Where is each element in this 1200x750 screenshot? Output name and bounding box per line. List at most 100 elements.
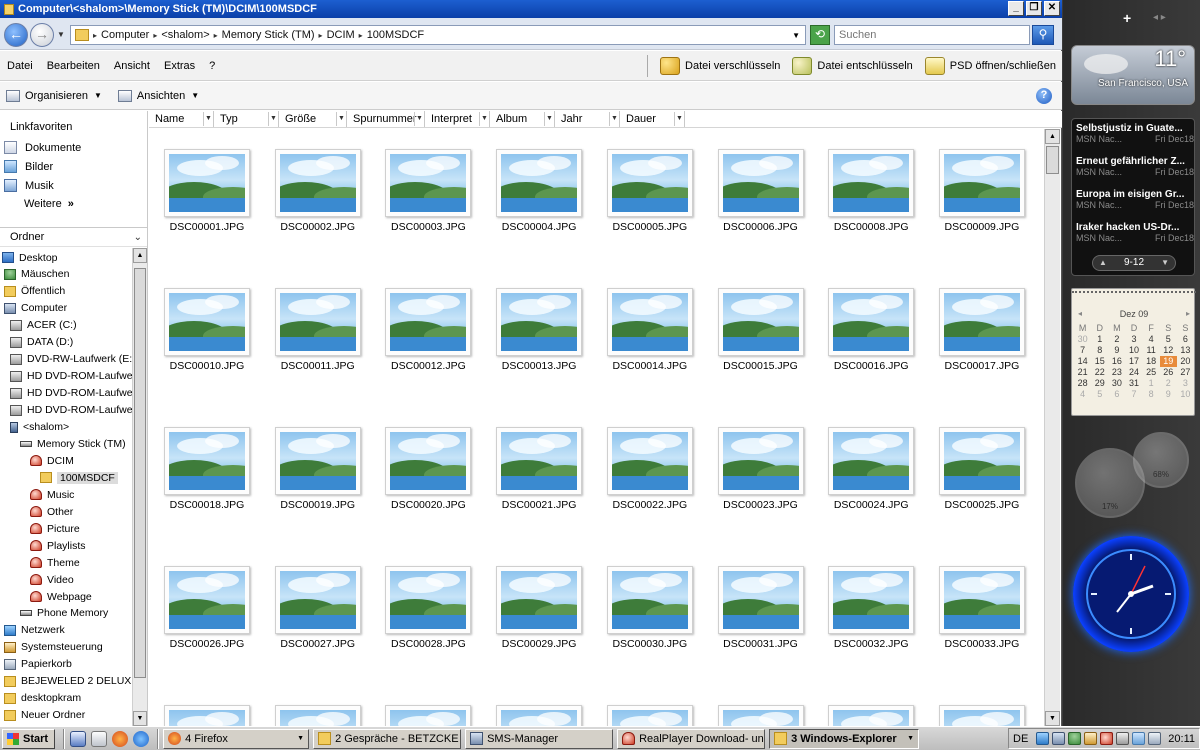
tree-node[interactable]: Memory Stick (TM)	[20, 435, 126, 452]
column-filter-icon[interactable]: ▼	[544, 112, 554, 126]
add-gadget-icon[interactable]: +	[1123, 10, 1131, 26]
file-tile[interactable]: DSC00029.JPG	[483, 546, 593, 650]
favorite-music[interactable]: Musik	[4, 179, 54, 192]
calendar-day[interactable]: 16	[1108, 356, 1125, 367]
tree-node[interactable]: HD DVD-ROM-Laufwerk	[10, 385, 132, 402]
calendar-day[interactable]: 29	[1091, 378, 1108, 389]
scroll-up-button[interactable]: ▲	[1045, 129, 1060, 144]
breadcrumb-separator-icon[interactable]: ▸	[359, 31, 363, 40]
tree-node[interactable]: Mäuschen	[4, 266, 69, 283]
gadget-nav-icon[interactable]: ◂ ▸	[1153, 12, 1166, 23]
file-tile[interactable]: DSC00027.JPG	[262, 546, 372, 650]
column-header[interactable]: Dauer ▼	[620, 111, 685, 127]
tree-node[interactable]: <shalom>	[10, 419, 69, 436]
calendar-day[interactable]: 4	[1143, 334, 1160, 345]
realplayer-tray-icon[interactable]	[1100, 732, 1114, 745]
column-header[interactable]: Spurnummer ▼	[347, 111, 425, 127]
calendar-day[interactable]: 7	[1125, 389, 1142, 400]
calendar-day[interactable]: 20	[1177, 356, 1194, 367]
scrollbar-thumb[interactable]	[134, 268, 146, 678]
file-tile[interactable]: DSC00003.JPG	[372, 129, 482, 233]
calendar-day[interactable]: 23	[1108, 367, 1125, 378]
device-tray-icon[interactable]	[1116, 732, 1130, 745]
file-tile[interactable]: DSC00004.JPG	[483, 129, 593, 233]
tree-node[interactable]: Playlists	[30, 537, 86, 554]
column-filter-icon[interactable]: ▼	[336, 112, 346, 126]
calendar-day[interactable]: 11	[1143, 345, 1160, 356]
menu-help[interactable]: ?	[202, 60, 222, 72]
folders-header[interactable]: Ordner ⌄	[0, 227, 147, 247]
breadcrumb-100msdcf[interactable]: 100MSDCF	[367, 29, 424, 41]
task-sms-manager[interactable]: SMS-Manager	[465, 728, 614, 749]
file-tile[interactable]: DSC00016.JPG	[815, 268, 925, 372]
calendar-day[interactable]: 25	[1143, 367, 1160, 378]
column-header[interactable]: Jahr ▼	[555, 111, 620, 127]
column-header[interactable]: Typ ▼	[214, 111, 279, 127]
file-tile[interactable]: DSC00009.JPG	[926, 129, 1036, 233]
file-tile[interactable]	[262, 685, 372, 726]
news-item[interactable]: Erneut gefährlicher Z... MSN Nac... Fri D…	[1076, 156, 1194, 177]
file-tile[interactable]: DSC00032.JPG	[815, 546, 925, 650]
file-tile[interactable]: DSC00025.JPG	[926, 407, 1036, 511]
file-tile[interactable]	[594, 685, 704, 726]
back-button[interactable]: ←	[4, 23, 28, 47]
tree-node[interactable]: ACER (C:)	[10, 317, 77, 334]
breadcrumb-shalom[interactable]: <shalom>	[161, 29, 209, 41]
menu-bearbeiten[interactable]: Bearbeiten	[40, 60, 107, 72]
tree-node[interactable]: Picture	[30, 520, 80, 537]
calendar-day[interactable]: 8	[1091, 345, 1108, 356]
calendar-day[interactable]: 5	[1091, 389, 1108, 400]
file-tile[interactable]: DSC00005.JPG	[594, 129, 704, 233]
tree-node[interactable]: Öffentlich	[4, 283, 65, 300]
internet-explorer-icon[interactable]	[133, 730, 150, 747]
file-tile[interactable]: DSC00012.JPG	[372, 268, 482, 372]
tree-node[interactable]: DVD-RW-Laufwerk (E:)	[10, 351, 132, 368]
tree-node[interactable]: 100MSDCF	[40, 469, 118, 486]
decrypt-file-button[interactable]: Datei entschlüsseln	[786, 56, 918, 75]
favorites-more-link[interactable]: Weitere »	[24, 198, 74, 210]
firefox-quicklaunch-icon[interactable]	[112, 730, 129, 747]
calendar-day[interactable]: 18	[1143, 356, 1160, 367]
tree-node[interactable]: Papierkorb	[4, 656, 72, 673]
scroll-down-button[interactable]: ▼	[133, 711, 147, 726]
show-desktop-icon[interactable]	[70, 730, 87, 747]
calendar-day[interactable]: 1	[1091, 334, 1108, 345]
file-tile[interactable]	[483, 685, 593, 726]
breadcrumb-memory-stick[interactable]: Memory Stick (TM)	[222, 29, 315, 41]
tree-node[interactable]: Computer	[4, 300, 67, 317]
file-tile[interactable]: DSC00030.JPG	[594, 546, 704, 650]
news-item[interactable]: Europa im eisigen Gr... MSN Nac... Fri De…	[1076, 189, 1194, 210]
calendar-day[interactable]: 19	[1159, 356, 1177, 367]
column-filter-icon[interactable]: ▼	[414, 112, 424, 126]
address-dropdown-icon[interactable]: ▼	[792, 31, 800, 40]
tree-node[interactable]: Other	[30, 503, 73, 520]
security-tray-icon[interactable]	[1068, 732, 1082, 745]
address-bar[interactable]: ▸ Computer ▸ <shalom> ▸ Memory Stick (TM…	[70, 25, 806, 45]
calendar-day[interactable]: 17	[1125, 356, 1142, 367]
news-item[interactable]: Selbstjustiz in Guate... MSN Nac... Fri D…	[1076, 123, 1194, 144]
calendar-day[interactable]: 22	[1091, 367, 1108, 378]
column-filter-icon[interactable]: ▼	[674, 112, 684, 126]
file-tile[interactable]: DSC00002.JPG	[262, 129, 372, 233]
tree-node[interactable]: BEJEWELED 2 DELUXE	[4, 673, 132, 690]
file-tile[interactable]: DSC00017.JPG	[926, 268, 1036, 372]
tree-node[interactable]: Systemsteuerung	[4, 639, 103, 656]
calendar-day[interactable]: 6	[1108, 389, 1125, 400]
language-indicator[interactable]: DE	[1013, 733, 1028, 745]
file-tile[interactable]: DSC00021.JPG	[483, 407, 593, 511]
calendar-day[interactable]: 15	[1091, 356, 1108, 367]
calendar-day[interactable]: 13	[1177, 345, 1194, 356]
calendar-day[interactable]: 3	[1125, 334, 1142, 345]
column-header[interactable]: Name ▼	[149, 111, 214, 127]
calendar-day[interactable]: 28	[1074, 378, 1091, 389]
file-tile[interactable]	[151, 685, 261, 726]
views-button[interactable]: Ansichten ▼	[117, 89, 199, 102]
switch-windows-icon[interactable]	[91, 730, 108, 747]
news-item[interactable]: Iraker hacken US-Dr... MSN Nac... Fri Dec…	[1076, 222, 1194, 243]
file-tile[interactable]	[926, 685, 1036, 726]
tree-node[interactable]: desktopkram	[4, 690, 81, 707]
tree-node[interactable]: DATA (D:)	[10, 334, 73, 351]
scroll-up-button[interactable]: ▲	[133, 248, 147, 263]
tree-node[interactable]: Webpage	[30, 588, 92, 605]
tree-node[interactable]: HD DVD-ROM-Laufwerk	[10, 368, 132, 385]
